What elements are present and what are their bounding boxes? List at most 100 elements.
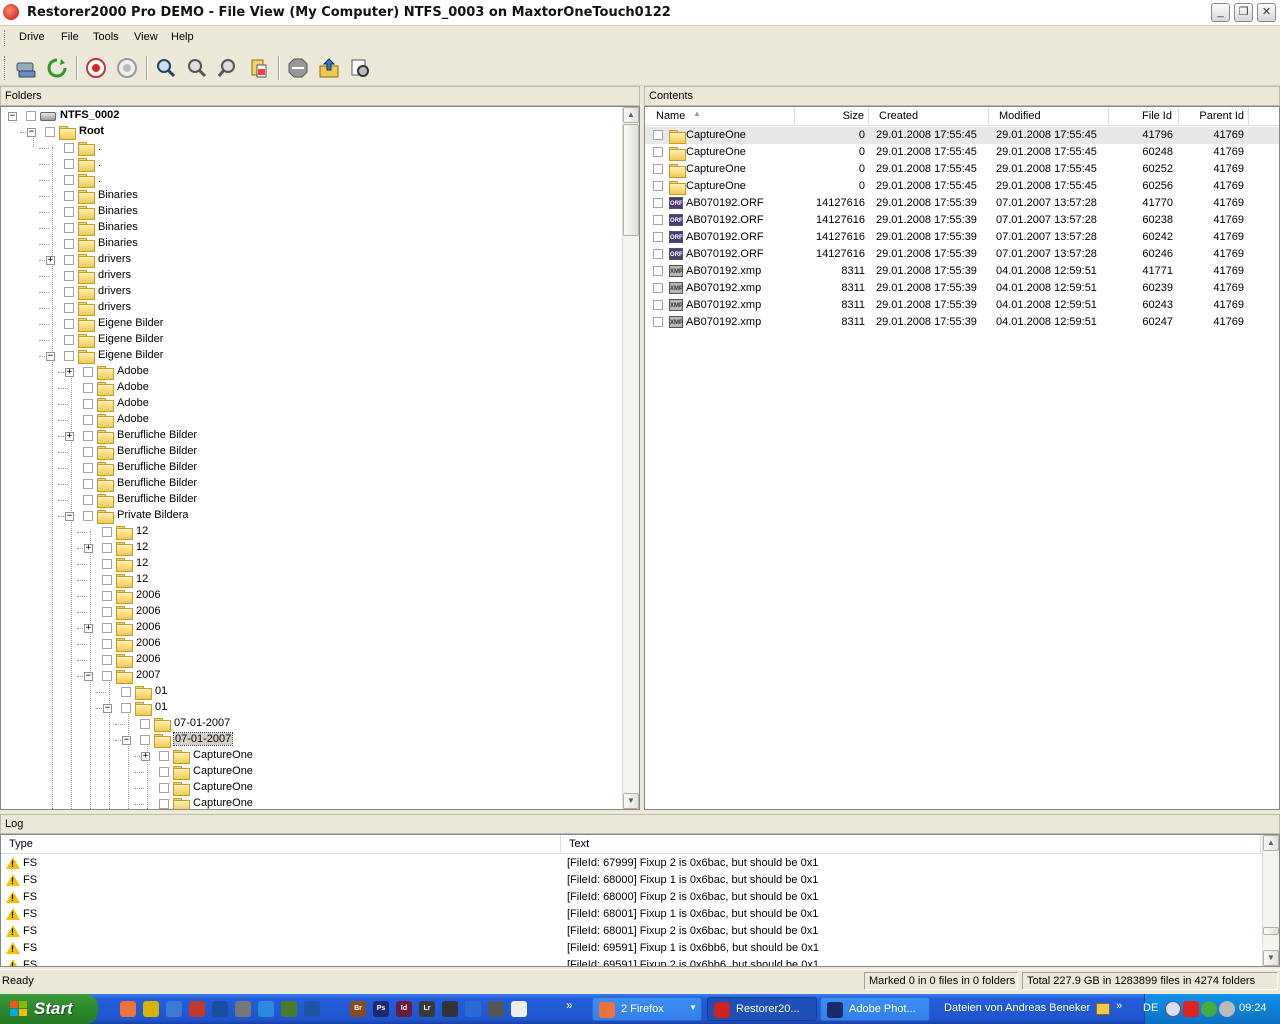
tree-node-label[interactable]: 01 bbox=[155, 701, 167, 713]
tree-node[interactable]: 12 bbox=[1, 556, 621, 572]
expand-icon[interactable]: + bbox=[141, 752, 150, 761]
file-row[interactable]: XMP AB070192.xmp 8311 29.01.2008 17:55:39 04… bbox=[645, 314, 1279, 331]
tree-checkbox[interactable] bbox=[83, 399, 93, 409]
tree-node-label[interactable]: 01 bbox=[155, 685, 167, 697]
tree-checkbox[interactable] bbox=[64, 159, 74, 169]
tree-node-label[interactable]: NTFS_0002 bbox=[60, 109, 119, 121]
tree-checkbox[interactable] bbox=[102, 623, 112, 633]
tree-node[interactable]: Eigene Bilder bbox=[1, 332, 621, 348]
expand-icon[interactable]: + bbox=[84, 624, 93, 633]
log-scrollbar[interactable]: ▲ ▼ bbox=[1262, 835, 1279, 966]
tree-node-label[interactable]: . bbox=[98, 173, 101, 185]
tree-node[interactable]: Berufliche Bilder bbox=[1, 492, 621, 508]
log-scroll-down-button[interactable]: ▼ bbox=[1263, 950, 1279, 966]
log-list[interactable]: Type Text ▲ ▼ ! FS [FileId: 67999] Fixup 2… bbox=[0, 834, 1280, 967]
tree-node[interactable]: 2006 bbox=[1, 652, 621, 668]
menu-tools[interactable]: Tools bbox=[93, 31, 119, 43]
desktop-toolbar-label[interactable]: Dateien von Andreas Beneker bbox=[944, 1002, 1090, 1014]
media-icon[interactable] bbox=[442, 1001, 458, 1017]
refresh-icon[interactable] bbox=[44, 55, 70, 81]
taskbar-button[interactable]: Adobe Phot... bbox=[820, 997, 930, 1021]
scroll-thumb[interactable] bbox=[623, 124, 639, 236]
file-row[interactable]: ORF AB070192.ORF 14127616 29.01.2008 17:55:… bbox=[645, 195, 1279, 212]
tree-node-label[interactable]: . bbox=[98, 141, 101, 153]
tree-checkbox[interactable] bbox=[64, 239, 74, 249]
tree-node[interactable]: + Adobe bbox=[1, 364, 621, 380]
tree-node-label[interactable]: Root bbox=[79, 125, 104, 137]
tree-node-label[interactable]: Berufliche Bilder bbox=[117, 493, 197, 505]
adobe-ps-icon[interactable]: Ps bbox=[373, 1001, 389, 1017]
tree-node-label[interactable]: Berufliche Bilder bbox=[117, 477, 197, 489]
tree-node-label[interactable]: CaptureOne bbox=[193, 797, 253, 809]
tree-node[interactable]: 2006 bbox=[1, 588, 621, 604]
toolbar-grip[interactable] bbox=[4, 56, 7, 80]
filezilla-icon[interactable] bbox=[189, 1001, 205, 1017]
tree-checkbox[interactable] bbox=[64, 335, 74, 345]
tree-checkbox[interactable] bbox=[102, 527, 112, 537]
tree-checkbox[interactable] bbox=[102, 639, 112, 649]
globe-icon[interactable] bbox=[304, 1001, 320, 1017]
scroll-down-button[interactable]: ▼ bbox=[623, 793, 639, 809]
tree-checkbox[interactable] bbox=[26, 111, 36, 121]
tree-node-label[interactable]: Berufliche Bilder bbox=[117, 429, 197, 441]
tree-node[interactable]: Binaries bbox=[1, 188, 621, 204]
tree-checkbox[interactable] bbox=[83, 367, 93, 377]
log-scroll-up-button[interactable]: ▲ bbox=[1263, 835, 1279, 851]
tree-checkbox[interactable] bbox=[64, 175, 74, 185]
tree-checkbox[interactable] bbox=[64, 223, 74, 233]
file-checkbox[interactable] bbox=[653, 181, 663, 191]
tree-node-label[interactable]: Private Bildera bbox=[117, 509, 189, 521]
file-checkbox[interactable] bbox=[653, 300, 663, 310]
tree-node[interactable]: Binaries bbox=[1, 204, 621, 220]
tree-node-label[interactable]: drivers bbox=[98, 253, 131, 265]
tree-node-label[interactable]: CaptureOne bbox=[193, 781, 253, 793]
file-row[interactable]: CaptureOne 0 29.01.2008 17:55:45 29.01.2008… bbox=[645, 178, 1279, 195]
tree-node-label[interactable]: CaptureOne bbox=[193, 749, 253, 761]
file-checkbox[interactable] bbox=[653, 232, 663, 242]
column-modified[interactable]: Modified bbox=[989, 107, 1109, 126]
folder-tree[interactable]: ▲ ▼ − NTFS_0002 − Root... Binaries Binaries Bi… bbox=[0, 106, 640, 810]
file-row[interactable]: CaptureOne 0 29.01.2008 17:55:45 29.01.2008… bbox=[645, 144, 1279, 161]
file-checkbox[interactable] bbox=[653, 198, 663, 208]
find-icon[interactable] bbox=[153, 55, 179, 81]
tool-icon[interactable] bbox=[235, 1001, 251, 1017]
tree-node-label[interactable]: 12 bbox=[136, 541, 148, 553]
tree-node[interactable]: +2006 bbox=[1, 620, 621, 636]
tree-node-label[interactable]: Adobe bbox=[117, 365, 149, 377]
tree-checkbox[interactable] bbox=[159, 799, 169, 809]
tree-node-label[interactable]: Berufliche Bilder bbox=[117, 445, 197, 457]
tree-node[interactable]: 2006 bbox=[1, 604, 621, 620]
column-file-id[interactable]: File Id bbox=[1109, 107, 1179, 126]
collapse-icon[interactable]: − bbox=[103, 704, 112, 713]
tree-node-label[interactable]: 12 bbox=[136, 557, 148, 569]
tree-checkbox[interactable] bbox=[102, 575, 112, 585]
log-row[interactable]: ! FS [FileId: 69591] Fixup 2 is 0x6bb6, bu… bbox=[1, 957, 1263, 966]
tree-node[interactable]: 07-01-2007 bbox=[1, 716, 621, 732]
tree-node-label[interactable]: Adobe bbox=[117, 381, 149, 393]
tree-checkbox[interactable] bbox=[159, 751, 169, 761]
collapse-icon[interactable]: − bbox=[46, 352, 55, 361]
log-row[interactable]: ! FS [FileId: 68000] Fixup 2 is 0x6bac, bu… bbox=[1, 889, 1263, 906]
tree-node-label[interactable]: Eigene Bilder bbox=[98, 333, 163, 345]
player-icon[interactable] bbox=[465, 1001, 481, 1017]
tree-node[interactable]: − 01 bbox=[1, 700, 621, 716]
tree-node-label[interactable]: Binaries bbox=[98, 189, 138, 201]
tree-node-label[interactable]: Eigene Bilder bbox=[98, 317, 163, 329]
tree-checkbox[interactable] bbox=[64, 255, 74, 265]
tree-node[interactable]: Binaries bbox=[1, 236, 621, 252]
tree-node[interactable]: Berufliche Bilder bbox=[1, 460, 621, 476]
column-name[interactable]: Name ▲ bbox=[645, 107, 795, 126]
log-column-type[interactable]: Type bbox=[1, 835, 561, 854]
tree-node-label[interactable]: Adobe bbox=[117, 397, 149, 409]
adobe-br-icon[interactable]: Br bbox=[350, 1001, 366, 1017]
log-scroll-thumb[interactable] bbox=[1263, 927, 1279, 935]
tree-node-label[interactable]: 2006 bbox=[136, 637, 160, 649]
quicklaunch-more-icon[interactable]: » bbox=[566, 998, 573, 1012]
app-icon[interactable] bbox=[143, 1001, 159, 1017]
tree-node-label[interactable]: 07-01-2007 bbox=[174, 717, 230, 729]
menu-grip[interactable] bbox=[4, 30, 7, 46]
tree-node-label[interactable]: 2006 bbox=[136, 589, 160, 601]
file-checkbox[interactable] bbox=[653, 266, 663, 276]
file-row[interactable]: ORF AB070192.ORF 14127616 29.01.2008 17:55:… bbox=[645, 246, 1279, 263]
file-row[interactable]: ORF AB070192.ORF 14127616 29.01.2008 17:55:… bbox=[645, 212, 1279, 229]
